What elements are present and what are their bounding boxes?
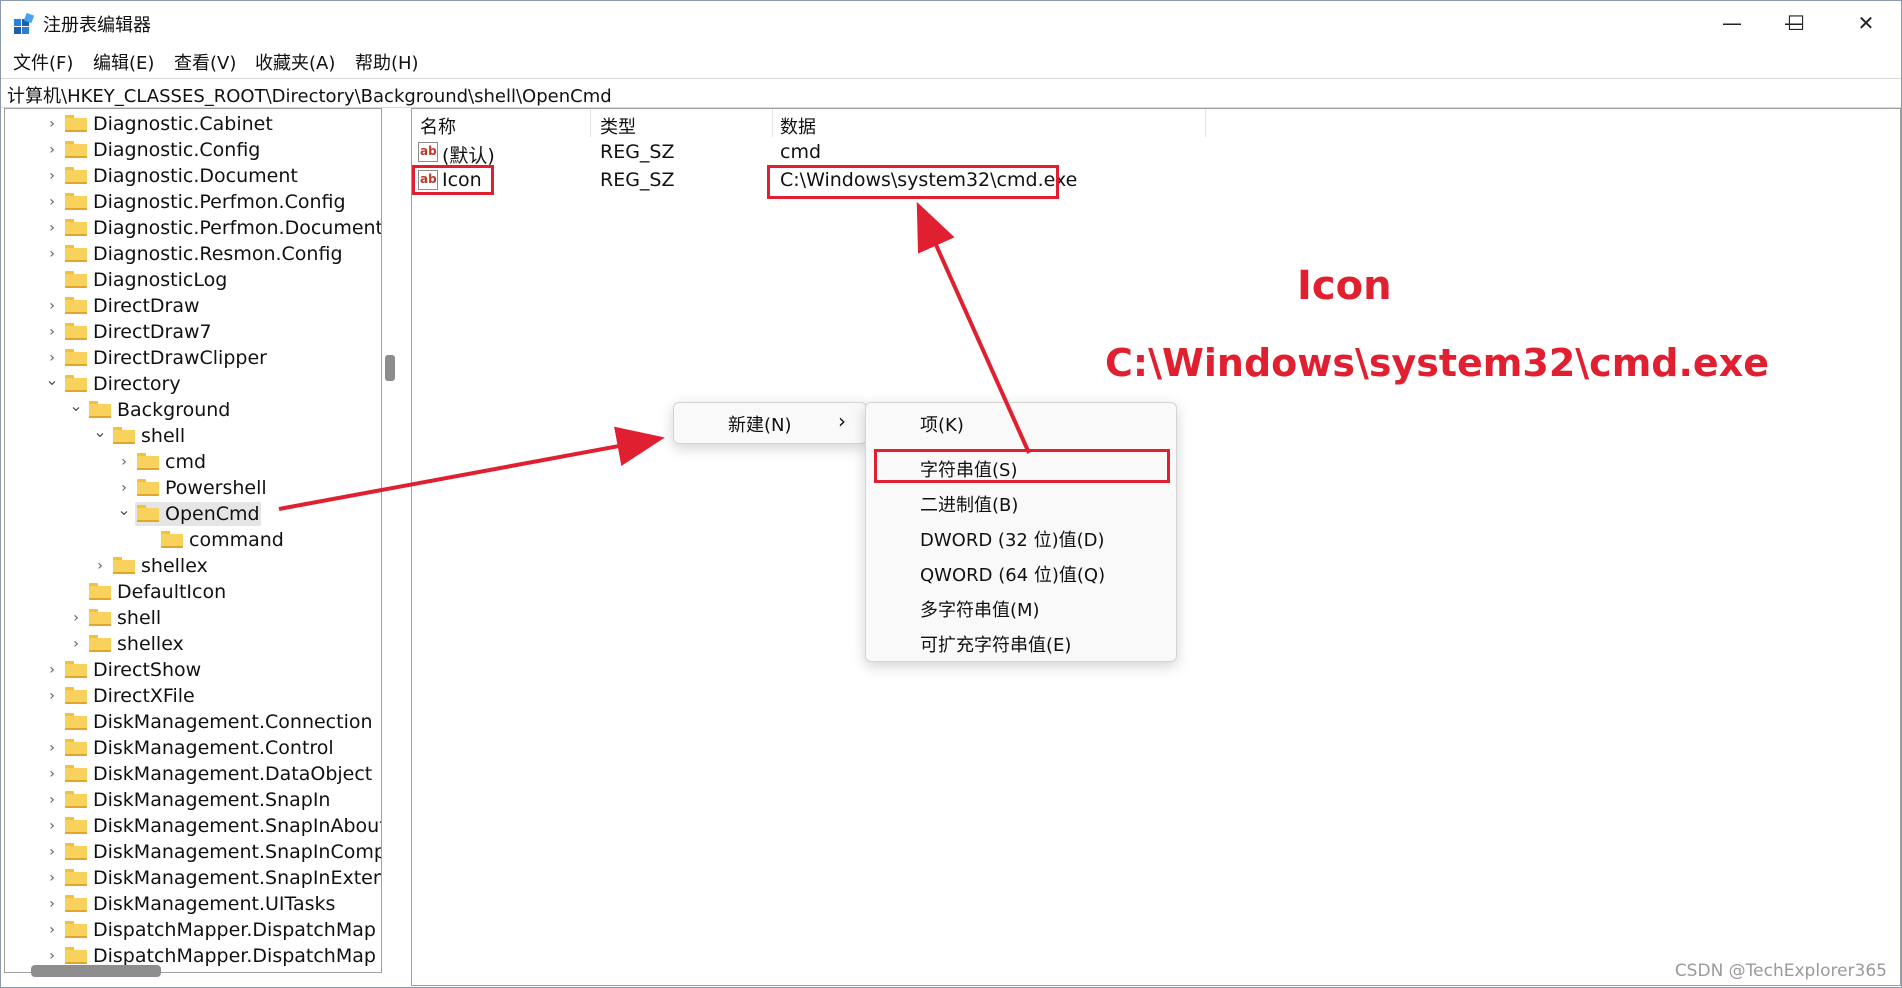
watermark: CSDN @TechExplorer365 (1674, 961, 1887, 981)
annotation-arrows (278, 201, 1031, 511)
arrow-to-data-value (916, 201, 1031, 454)
registry-editor-window: 注册表编辑器 — — ☐ ✕ 文件(F) 编辑(E) 查看(V) 收藏夹(A) … (0, 0, 1902, 988)
arrow-to-context-menu (278, 426, 665, 511)
